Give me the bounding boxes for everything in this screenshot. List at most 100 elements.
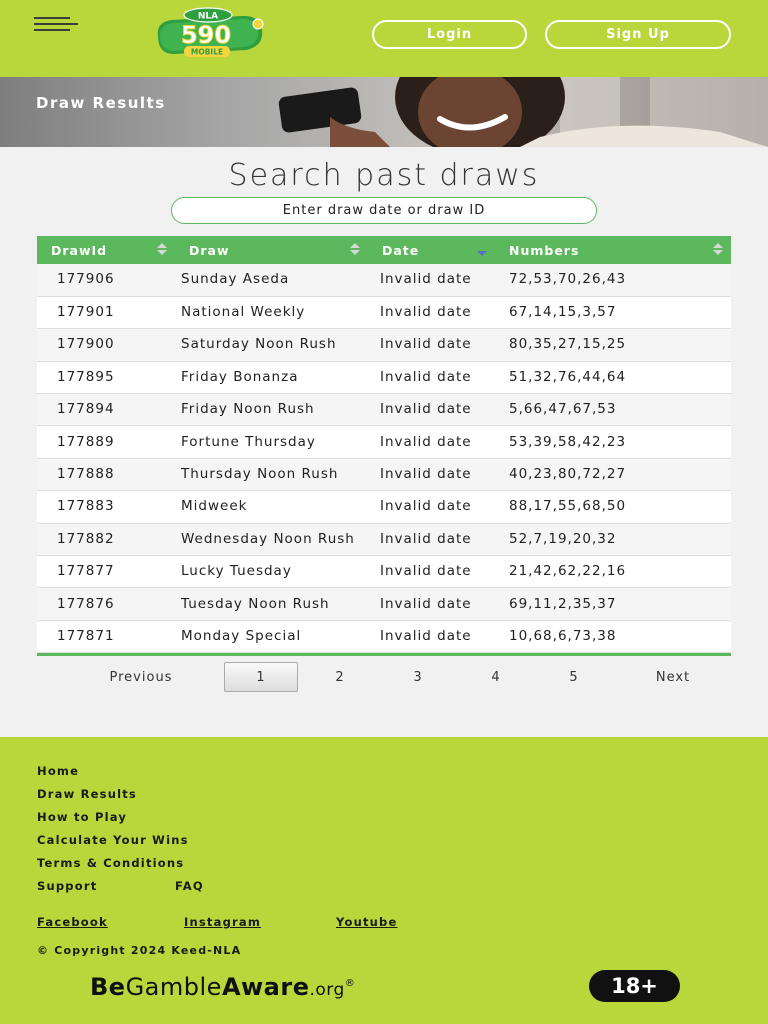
footer-link-youtube[interactable]: Youtube (336, 915, 397, 929)
table-row: 177876 Tuesday Noon Rush Invalid date 69,11… (37, 587, 731, 621)
login-button[interactable]: Login (372, 20, 527, 49)
cell-numbers: 88,17,55,68,50 (509, 498, 627, 515)
cell-numbers: 40,23,80,72,27 (509, 466, 627, 483)
gamble-org: .org (309, 980, 345, 1000)
cell-draw-name: Friday Noon Rush (181, 401, 315, 418)
cell-draw-name: Monday Special (181, 627, 302, 644)
cell-numbers: 10,68,6,73,38 (509, 627, 617, 644)
nla-590-mobile-logo[interactable]: NLA 590 MOBILE (150, 6, 274, 60)
cell-draw-id: 177883 (57, 498, 115, 515)
footer-link-calculate-wins[interactable]: Calculate Your Wins (37, 833, 189, 847)
cell-draw-name: Lucky Tuesday (181, 563, 292, 580)
gamble-gamble: Gamble (125, 973, 222, 1001)
footer-link-home[interactable]: Home (37, 764, 79, 778)
cell-date: Invalid date (380, 530, 472, 547)
cell-draw-name: Saturday Noon Rush (181, 336, 337, 353)
cell-draw-id: 177900 (57, 336, 115, 353)
svg-text:MOBILE: MOBILE (191, 48, 223, 57)
banner-title: Draw Results (36, 94, 166, 112)
sort-arrows-icon[interactable] (155, 243, 167, 257)
cell-draw-id: 177895 (57, 368, 115, 385)
column-label: Draw (189, 242, 230, 258)
pagination-previous[interactable]: Previous (88, 662, 194, 692)
cell-draw-name: Midweek (181, 498, 248, 515)
sign-up-button[interactable]: Sign Up (545, 20, 731, 49)
column-header-date[interactable]: Date (368, 236, 495, 264)
cell-draw-id: 177901 (57, 304, 115, 321)
sort-arrows-icon[interactable] (348, 243, 360, 257)
cell-draw-id: 177888 (57, 466, 115, 483)
table-row: 177883 Midweek Invalid date 88,17,55,68,50 (37, 490, 731, 524)
gamble-aware: Aware (221, 973, 310, 1001)
table-row: 177871 Monday Special Invalid date 10,68,6,… (37, 620, 731, 653)
cell-numbers: 80,35,27,15,25 (509, 336, 627, 353)
begambleaware-logo[interactable]: BeGambleAware.org® (90, 973, 355, 1001)
cell-date: Invalid date (380, 368, 472, 385)
cell-numbers: 67,14,15,3,57 (509, 304, 617, 321)
table-row: 177889 Fortune Thursday Invalid date 53,39,… (37, 425, 731, 459)
pagination-page-4[interactable]: 4 (476, 662, 516, 692)
cell-date: Invalid date (380, 563, 472, 580)
footer-link-instagram[interactable]: Instagram (184, 915, 261, 929)
footer-link-how-to-play[interactable]: How to Play (37, 810, 127, 824)
cell-draw-id: 177889 (57, 433, 115, 450)
pagination-next[interactable]: Next (640, 662, 706, 692)
footer-link-terms[interactable]: Terms & Conditions (37, 856, 184, 870)
footer-link-faq[interactable]: FAQ (175, 879, 204, 893)
cell-draw-name: Thursday Noon Rush (181, 466, 339, 483)
pagination-page-2[interactable]: 2 (320, 662, 360, 692)
pagination: Previous 1 2 3 4 5 Next (0, 662, 768, 692)
cell-numbers: 21,42,62,22,16 (509, 563, 627, 580)
banner-photo (0, 77, 768, 147)
gamble-be: Be (90, 973, 126, 1001)
cell-draw-name: Tuesday Noon Rush (181, 595, 330, 612)
cell-draw-name: National Weekly (181, 304, 306, 321)
draw-results-table: DrawId Draw Date Numbers 177906 Sunday As… (37, 236, 731, 657)
cell-draw-id: 177877 (57, 563, 115, 580)
registered-mark: ® (344, 978, 356, 989)
cell-date: Invalid date (380, 627, 472, 644)
pagination-page-5[interactable]: 5 (554, 662, 594, 692)
pagination-page-1[interactable]: 1 (224, 662, 298, 692)
cell-draw-name: Fortune Thursday (181, 433, 316, 450)
copyright-text: © Copyright 2024 Keed-NLA (37, 944, 242, 957)
svg-text:590: 590 (181, 21, 231, 49)
site-header: NLA 590 MOBILE Login Sign Up (0, 0, 768, 77)
pagination-page-3[interactable]: 3 (398, 662, 438, 692)
footer-link-facebook[interactable]: Facebook (37, 915, 108, 929)
cell-draw-name: Wednesday Noon Rush (181, 530, 355, 547)
svg-text:NLA: NLA (198, 12, 218, 22)
cell-numbers: 53,39,58,42,23 (509, 433, 627, 450)
column-header-draw[interactable]: Draw (175, 236, 368, 264)
table-row: 177901 National Weekly Invalid date 67,14,1… (37, 296, 731, 329)
footer-link-draw-results[interactable]: Draw Results (37, 787, 137, 801)
cell-draw-id: 177876 (57, 595, 115, 612)
cell-numbers: 51,32,76,44,64 (509, 368, 627, 385)
footer-link-support[interactable]: Support (37, 879, 97, 893)
table-row: 177888 Thursday Noon Rush Invalid date 40,2… (37, 458, 731, 491)
column-label: DrawId (51, 242, 108, 258)
sort-arrows-icon[interactable] (711, 243, 723, 257)
age-restriction-badge: 18+ (589, 970, 680, 1002)
cell-date: Invalid date (380, 271, 472, 288)
table-row: 177906 Sunday Aseda Invalid date 72,53,70,2… (37, 264, 731, 297)
search-title: Search past draws (228, 158, 540, 193)
cell-date: Invalid date (380, 433, 472, 450)
cell-draw-id: 177894 (57, 401, 115, 418)
column-header-numbers[interactable]: Numbers (495, 236, 731, 264)
cell-draw-name: Sunday Aseda (181, 271, 290, 288)
column-header-drawid[interactable]: DrawId (37, 236, 175, 264)
column-label: Date (382, 242, 420, 258)
search-draw-input[interactable] (171, 197, 597, 224)
cell-date: Invalid date (380, 466, 472, 483)
cell-draw-name: Friday Bonanza (181, 368, 299, 385)
hero-banner: Draw Results (0, 77, 768, 147)
cell-date: Invalid date (380, 336, 472, 353)
cell-numbers: 5,66,47,67,53 (509, 401, 617, 418)
table-row: 177882 Wednesday Noon Rush Invalid date 52,… (37, 523, 731, 556)
column-label: Numbers (509, 242, 580, 258)
sort-descending-icon[interactable] (475, 243, 487, 257)
hamburger-menu-icon[interactable] (34, 15, 80, 33)
table-row: 177900 Saturday Noon Rush Invalid date 80,3… (37, 328, 731, 362)
table-row: 177894 Friday Noon Rush Invalid date 5,66,4… (37, 393, 731, 426)
